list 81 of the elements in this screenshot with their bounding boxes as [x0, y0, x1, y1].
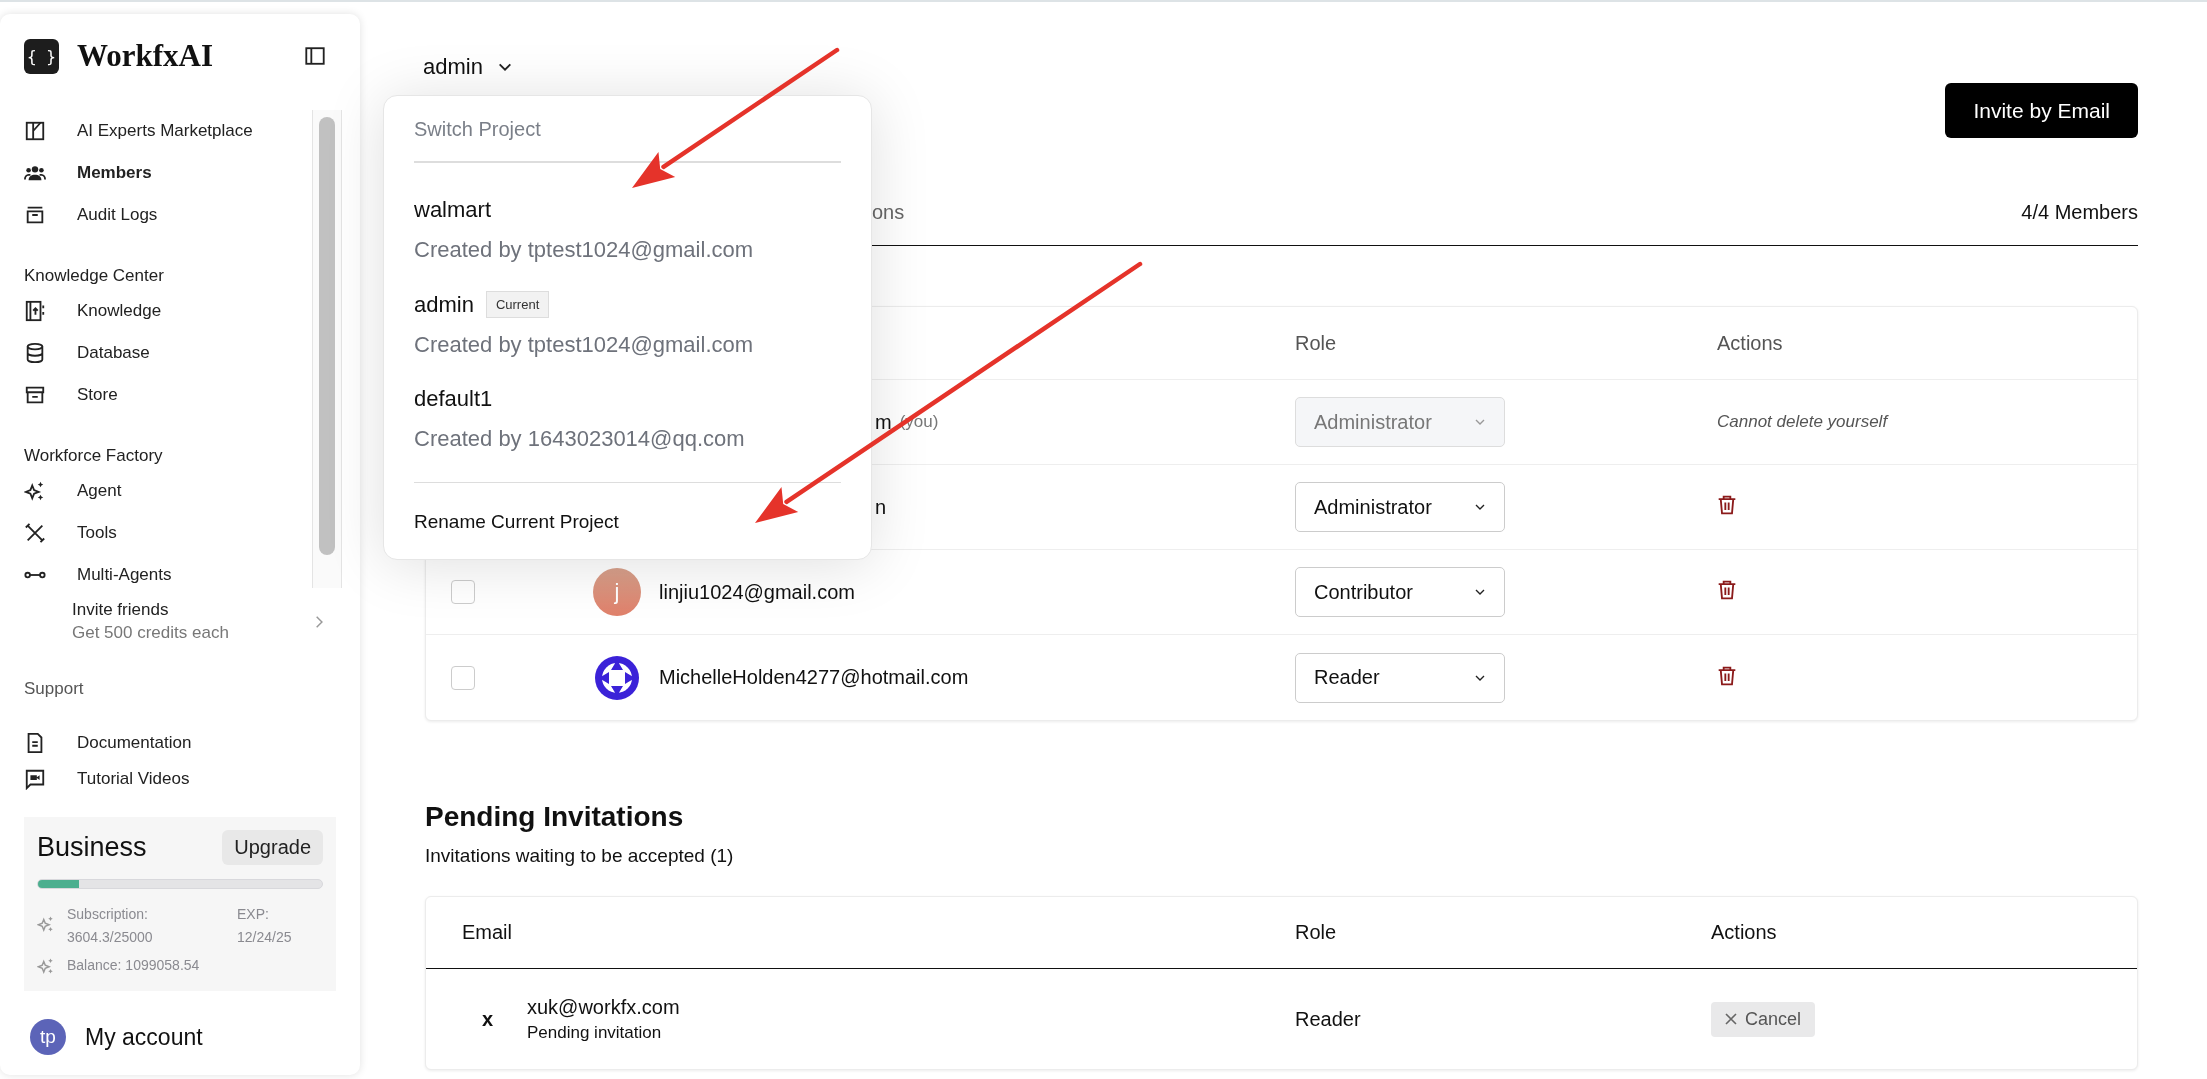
action-note: Cannot delete yourself [1717, 412, 1888, 431]
section-subtitle: Invitations waiting to be accepted (1) [425, 845, 735, 867]
tools-icon [24, 522, 46, 544]
video-chat-icon [24, 768, 46, 790]
column-header: Role [1295, 331, 1338, 355]
section-heading: Workforce Factory [24, 446, 164, 466]
book-upload-icon [24, 300, 46, 322]
column-header: Email [461, 921, 513, 944]
invite-email: xuk@workfx.com [527, 995, 680, 1019]
delete-icon[interactable] [1717, 664, 1737, 687]
nav-item[interactable]: Tutorial Videos [24, 761, 336, 797]
current-badge: Current [485, 291, 550, 318]
member-email: MichelleHolden4277@hotmail.com [659, 666, 969, 689]
brand-name: WorkfxAI [77, 38, 215, 74]
delete-icon[interactable] [1717, 579, 1737, 601]
section-heading: Knowledge Center [24, 266, 165, 286]
project-creator: Created by tptest1024@gmail.com [414, 332, 755, 358]
nav-item[interactable]: Store [24, 374, 312, 416]
project-name[interactable]: admin [414, 291, 474, 318]
invite-mark: x [482, 1007, 495, 1031]
account-avatar[interactable]: tp [30, 1019, 66, 1055]
project-name[interactable]: default1 [414, 386, 493, 412]
user-avatar: j [593, 568, 641, 616]
layout-icon [24, 120, 46, 142]
close-icon [1725, 1013, 1737, 1025]
invite-title: Invite friends [72, 600, 170, 620]
subscription-value: 3604.3/25000 [67, 928, 154, 947]
member-email: m [875, 410, 892, 434]
project-name[interactable]: walmart [414, 197, 491, 223]
role-select[interactable]: Administrator [1295, 482, 1505, 532]
nav-item[interactable]: Database [24, 332, 312, 374]
row-checkbox[interactable] [451, 580, 475, 604]
sparkle-icon [37, 915, 55, 933]
nav-item[interactable]: Documentation [24, 725, 336, 761]
section-title: Pending Invitations [425, 801, 685, 833]
invite-subtitle: Get 500 credits each [72, 623, 230, 643]
section-heading: Support [24, 679, 85, 699]
project-creator: Created by tptest1024@gmail.com [414, 237, 755, 263]
delete-icon[interactable] [1717, 494, 1737, 516]
column-header: Actions [1717, 331, 1784, 355]
role-select[interactable]: Contributor [1295, 567, 1505, 617]
nav-item[interactable]: Multi-Agents [24, 554, 312, 588]
sidebar-toggle-icon[interactable] [304, 45, 326, 67]
row-checkbox[interactable] [451, 665, 475, 690]
nav-item[interactable]: Agent [24, 470, 312, 512]
member-count: 4/4 Members [2021, 201, 2138, 224]
member-email: n [875, 495, 887, 519]
role-select[interactable]: Reader [1295, 652, 1505, 703]
expiry-value: 12/24/25 [237, 928, 292, 947]
balance-text: Balance: 1099058.54 [67, 956, 200, 975]
project-switcher[interactable]: admin [423, 48, 513, 86]
invite-button[interactable]: Invite by Email [1945, 83, 2138, 138]
nav-item[interactable]: Members [24, 152, 312, 194]
subscription-label: Subscription: [67, 905, 149, 924]
nav-item[interactable]: Knowledge [24, 290, 312, 332]
scrollbar-thumb[interactable] [319, 117, 335, 555]
expiry-label: EXP: [237, 905, 270, 924]
rename-project-item[interactable]: Rename Current Project [414, 483, 841, 541]
role-select: Administrator [1295, 397, 1505, 447]
member-email: linjiu1024@gmail.com [659, 580, 855, 604]
sparkle-icon [37, 957, 55, 975]
invite-friends-link[interactable]: Invite friends Get 500 credits each [24, 600, 336, 643]
column-header: Actions [1711, 921, 1778, 944]
plan-name: Business [37, 832, 147, 863]
invite-role: Reader [1295, 1007, 1361, 1030]
sparkle-icon [24, 480, 46, 502]
nav-item[interactable]: AI Experts Marketplace [24, 110, 312, 152]
nav-item[interactable]: Audit Logs [24, 194, 312, 236]
account-link[interactable]: My account [85, 1023, 203, 1051]
column-header: Role [1295, 921, 1338, 944]
cancel-button[interactable]: Cancel [1711, 1001, 1816, 1037]
menu-heading: Switch Project [414, 112, 841, 163]
archive-icon [24, 204, 46, 226]
nav-item[interactable]: Tools [24, 512, 312, 554]
invite-status: Pending invitation [527, 1022, 663, 1043]
project-creator: Created by 1643023014@qq.com [414, 426, 746, 452]
store-icon [24, 384, 46, 406]
upgrade-button[interactable]: Upgrade [222, 830, 323, 865]
user-avatar [593, 653, 641, 702]
logo: { } [24, 38, 59, 74]
database-icon [24, 342, 46, 364]
